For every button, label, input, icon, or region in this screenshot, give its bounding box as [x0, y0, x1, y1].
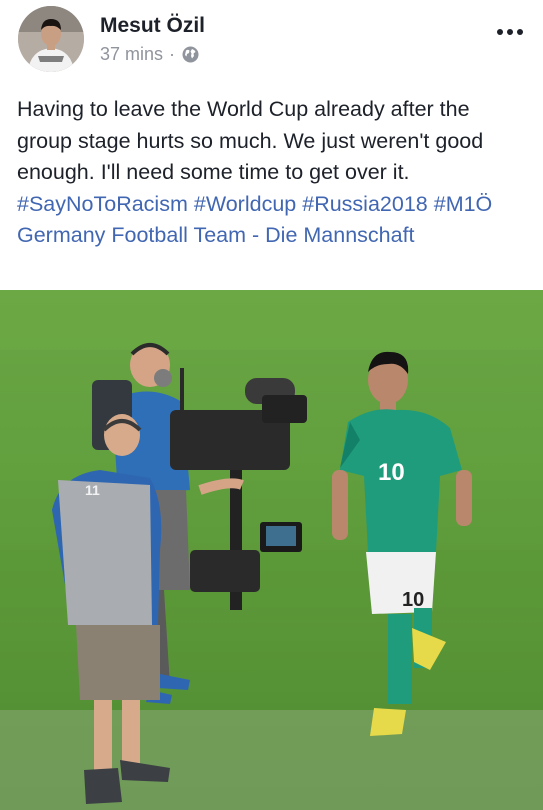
jersey-number-text: 10 — [378, 459, 405, 486]
post-header: Mesut Özil 37 mins · — [0, 0, 543, 86]
hashtag-link[interactable]: #Russia2018 — [302, 192, 428, 216]
shorts-number-text: 10 — [402, 589, 424, 611]
photo-image: 11 10 10 — [0, 290, 543, 810]
post-photo[interactable]: 11 10 10 — [0, 290, 543, 810]
post-meta: 37 mins · — [100, 44, 199, 65]
globe-icon — [182, 46, 199, 63]
more-dot — [507, 29, 513, 35]
post-text: Having to leave the World Cup already af… — [17, 94, 529, 252]
more-dot — [517, 29, 523, 35]
hashtag-link[interactable]: #Worldcup — [194, 192, 296, 216]
hashtag-link[interactable]: #M1Ö — [434, 192, 493, 216]
post-time[interactable]: 37 mins — [100, 44, 163, 65]
hashtag-link[interactable]: #SayNoToRacism — [17, 192, 188, 216]
post-message: Having to leave the World Cup already af… — [17, 97, 484, 184]
vest-number-text: 11 — [85, 482, 100, 498]
more-options-icon[interactable] — [495, 22, 525, 42]
meta-separator: · — [169, 44, 176, 64]
avatar-image — [18, 6, 84, 72]
tagged-page-link[interactable]: Germany Football Team - Die Mannschaft — [17, 223, 415, 247]
author-avatar[interactable] — [18, 6, 84, 72]
more-dot — [497, 29, 503, 35]
author-name[interactable]: Mesut Özil — [100, 14, 205, 38]
